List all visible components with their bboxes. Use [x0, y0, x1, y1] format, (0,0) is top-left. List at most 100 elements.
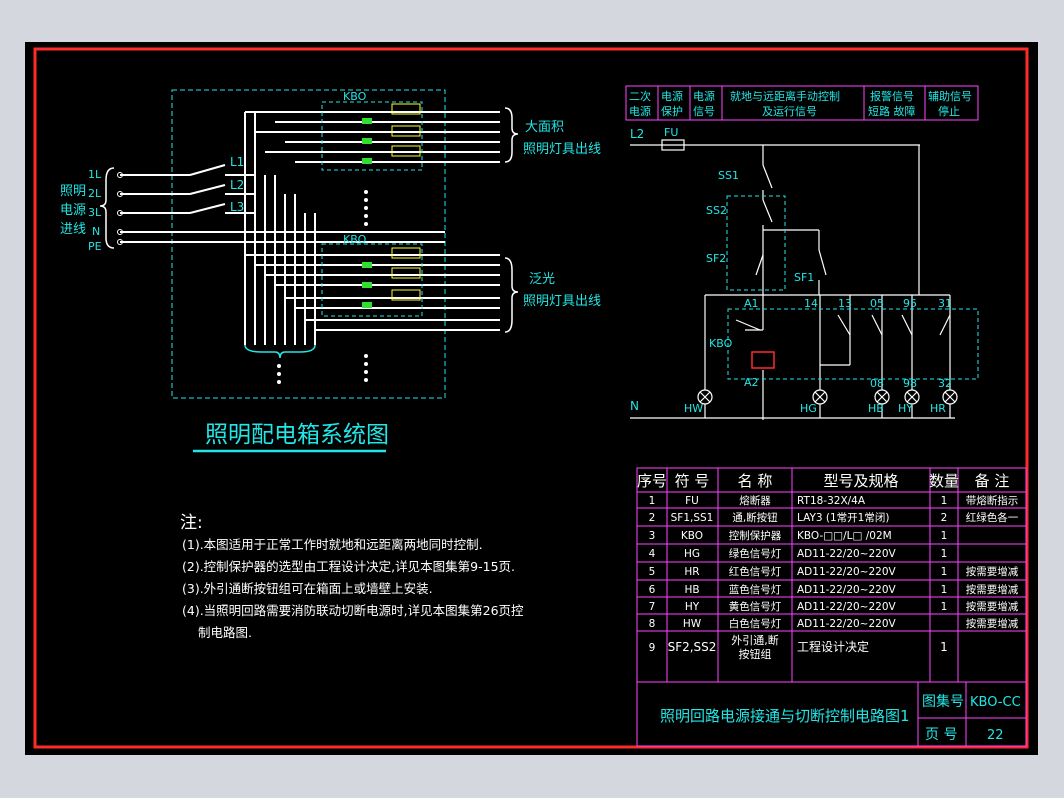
signal-lamps — [697, 389, 958, 405]
out-top-brace — [504, 107, 519, 163]
bom-cell: 8 — [649, 618, 656, 630]
bom-cell: 9 — [649, 642, 656, 654]
bom-cell: 7 — [649, 601, 656, 613]
bom-cell: HR — [684, 566, 699, 578]
bom-cell: 红色信号灯 — [729, 565, 782, 578]
system-diagram — [99, 89, 519, 453]
bom-cell: 6 — [649, 584, 656, 596]
header-cell-3-b: 信号 — [693, 105, 715, 118]
bom-cell: 带熔断指示 — [966, 494, 1019, 507]
bom-cell: 按钮组 — [739, 647, 772, 661]
bom-cell: AD11-22/20~220V — [797, 548, 897, 560]
node-98: 98 — [903, 377, 917, 390]
notes-heading: 注: — [180, 513, 203, 533]
sf2-label: SF2 — [706, 252, 726, 265]
bom-cell: 白色信号灯 — [729, 617, 782, 630]
bom-cell: HW — [683, 618, 702, 630]
bom-text: 序号符 号 名 称 型号及规格 数量备 注 1 FU 熔断器 RT18-32X/4A 1 带熔断指… — [637, 472, 1019, 661]
bom-cell: KBO-□□/L□ /02M — [797, 530, 892, 542]
sf1-label: SF1 — [794, 271, 814, 284]
header-cell-4-b: 及运行信号 — [762, 105, 817, 118]
bom-cell: HG — [684, 548, 700, 560]
source-brace — [99, 167, 115, 249]
drawing-title: 照明回路电源接通与切断控制电路图1 — [660, 707, 910, 725]
bom-header-cell: 型号及规格 — [823, 472, 898, 490]
node-08: 08 — [870, 377, 884, 390]
bom-cell: 红绿色各一 — [966, 511, 1019, 524]
bom-cell: 1 — [941, 601, 948, 613]
fu-label: FU — [664, 126, 678, 139]
bom-header-cell: 序号 — [637, 472, 667, 490]
node-95: 95 — [903, 297, 917, 310]
circuit-labels: 二次 电源 电源 保护 电源 信号 就地与远距离手动控制 及运行信号 报警信号 … — [629, 89, 972, 415]
bom-cell: 蓝色信号灯 — [729, 583, 782, 596]
node-05: 05 — [870, 297, 884, 310]
bom-cell: 按需要增减 — [966, 600, 1019, 613]
header-cell-1-a: 二次 — [629, 89, 651, 103]
note-line-1: (1).本图适用于正常工作时就地和远距离两地同时控制. — [182, 537, 483, 552]
system-title: 照明配电箱系统图 — [205, 422, 389, 448]
ss2-group-outline — [726, 195, 786, 291]
header-cell-6-a: 辅助信号 — [928, 89, 972, 103]
bom-cell: HB — [684, 584, 699, 596]
bom-cell: 黄色信号灯 — [729, 600, 782, 613]
bom-cell: 1 — [940, 640, 948, 654]
terminal-n: N — [92, 225, 100, 238]
bom-cell: 控制保护器 — [729, 529, 782, 542]
header-cell-2-a: 电源 — [661, 89, 683, 103]
terminal-3l: 3L — [88, 206, 102, 219]
bom-header-cell: 数量 — [929, 472, 959, 490]
node-13: 13 — [838, 297, 852, 310]
kbo-circuit-label: KBO — [709, 337, 733, 350]
system-labels: KBO KBO L1 L2 L3 1L 2L 3L N PE 照明 电源 进线 … — [60, 90, 601, 448]
terminal-pe: PE — [88, 240, 102, 253]
header-cell-4-a: 就地与远距离手动控制 — [730, 89, 840, 103]
phase-label-l2: L2 — [230, 178, 244, 192]
note-line-3: (3).外引通断按钮组可在箱面上或墙壁上安装. — [182, 581, 433, 596]
out-top-label-2: 照明灯具出线 — [523, 142, 601, 157]
terminal-2l: 2L — [88, 187, 102, 200]
lamp-hw: HW — [684, 402, 703, 415]
atlas-value: KBO-CC — [970, 695, 1021, 710]
note-line-4: (4).当照明回路需要消防联动切断电源时,详见本图集第26页控 — [182, 603, 524, 618]
lamp-hr: HR — [930, 402, 946, 415]
header-cell-5-b: 短路 故障 — [868, 104, 916, 118]
kbo-bottom-label: KBO — [343, 233, 367, 246]
atlas-label: 图集号 — [922, 693, 964, 710]
bom-cell: 2 — [649, 512, 656, 524]
page-value: 22 — [987, 728, 1004, 743]
breaker-symbols — [362, 103, 421, 308]
node-a1: A1 — [744, 297, 759, 310]
bom-cell: 熔断器 — [739, 494, 771, 507]
source-label-3: 进线 — [60, 222, 86, 237]
bom-cell: 2 — [941, 512, 948, 524]
bom-cell: KBO — [681, 530, 703, 542]
ss1-label: SS1 — [718, 169, 739, 182]
source-terminals — [117, 172, 123, 245]
header-cell-2-b: 保护 — [661, 104, 683, 118]
source-label-1: 照明 — [60, 184, 86, 199]
bom-cell: 1 — [941, 566, 948, 578]
header-cell-5-a: 报警信号 — [870, 89, 914, 103]
page-label: 页 号 — [925, 727, 957, 743]
header-cell-3-a: 电源 — [693, 89, 715, 103]
out-bottom-label-1: 泛光 — [529, 272, 555, 287]
bom-cell: 绿色信号灯 — [729, 547, 782, 560]
node-a2: A2 — [744, 376, 759, 389]
bom-cell: AD11-22/20~220V — [797, 618, 897, 630]
bom-cell: 按需要增减 — [966, 565, 1019, 578]
cad-drawing: KBO KBO L1 L2 L3 1L 2L 3L N PE 照明 电源 进线 … — [33, 47, 1029, 749]
header-cell-1-b: 电源 — [629, 104, 651, 118]
lamp-hg: HG — [800, 402, 817, 415]
phase-label-l3: L3 — [230, 200, 244, 214]
bom-cell: FU — [685, 495, 699, 507]
ss2-label: SS2 — [706, 204, 727, 217]
n-label: N — [630, 399, 639, 413]
bom-cell: 外引通,断 — [731, 633, 779, 647]
lamp-hb: HB — [868, 402, 884, 415]
bom-cell: AD11-22/20~220V — [797, 566, 897, 578]
bom-cell: 通,断按钮 — [732, 511, 778, 524]
bom-cell: SF1,SS1 — [671, 512, 714, 524]
bom-header-cell: 备 注 — [975, 472, 1010, 490]
header-cell-6-b: 停止 — [938, 104, 960, 118]
